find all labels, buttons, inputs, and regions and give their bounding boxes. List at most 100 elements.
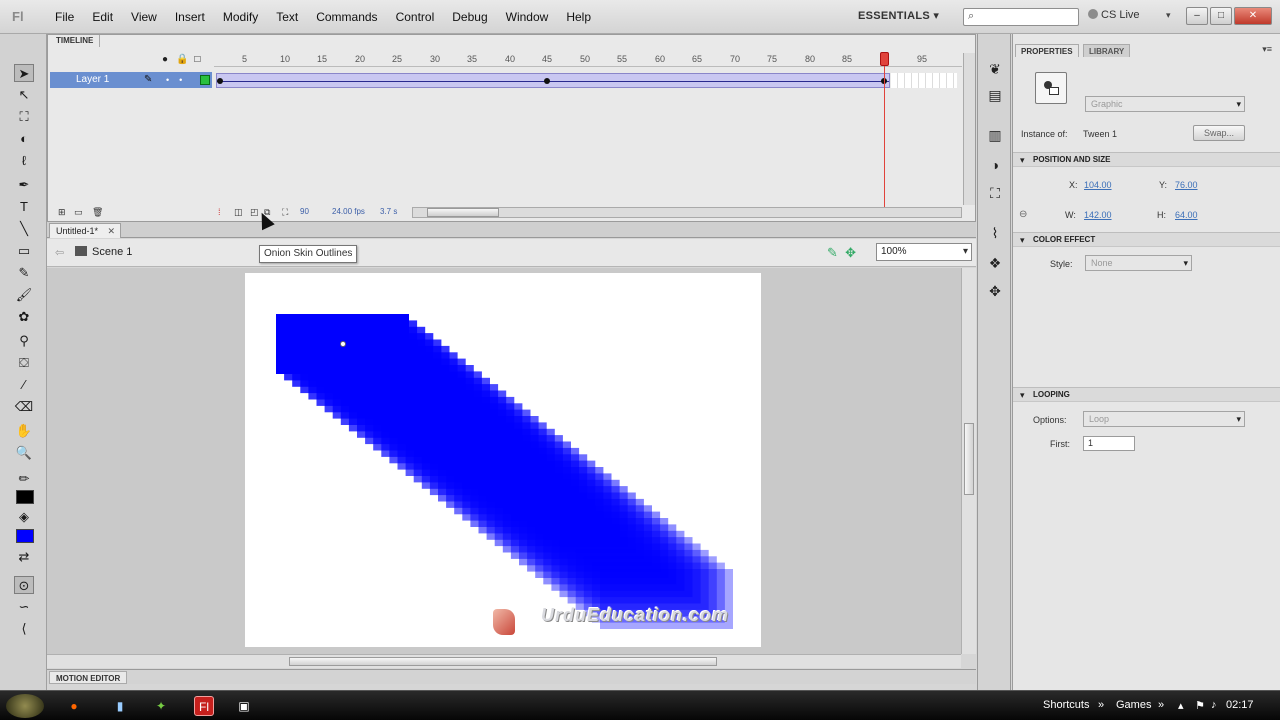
current-frame[interactable]: 90 [300,207,309,216]
tray-up-arrow-icon[interactable]: ▴ [1178,699,1184,712]
pen-tool-icon[interactable]: ✒ [14,176,34,194]
menu-file[interactable]: File [46,10,83,24]
y-value[interactable]: 76.00 [1175,180,1198,190]
workspace-switcher[interactable]: ESSENTIALS [858,9,939,22]
timeline-horizontal-scrollbar[interactable] [412,207,962,218]
layer-row[interactable]: Layer 1 ✎ •• [50,72,212,88]
edit-symbols-icon[interactable]: ✥ [845,245,856,260]
delete-layer-icon[interactable]: 🗑 [92,207,103,218]
toolbar-expand-icon[interactable]: » [1158,699,1164,711]
looping-section[interactable]: LOOPING [1013,387,1280,402]
stroke-color-icon[interactable]: ✏ [14,470,34,488]
transform-icon[interactable]: ⛶ [986,184,1004,202]
3d-rotation-tool-icon[interactable]: ◐ [14,130,34,148]
components-icon[interactable]: ❖ [986,254,1004,272]
motion-presets-icon[interactable]: ❦ [986,60,1004,78]
help-search-input[interactable]: ⌕ [963,8,1079,26]
transform-point[interactable] [340,341,346,347]
playhead[interactable] [880,52,889,66]
text-tool-icon[interactable]: T [14,198,34,216]
layer-outline-color-icon[interactable] [200,75,210,85]
menu-help[interactable]: Help [557,10,600,24]
cs-live-button[interactable]: CS Live [1088,9,1140,21]
constrain-link-icon[interactable]: ⊖ [1019,209,1027,220]
h-value[interactable]: 64.00 [1175,210,1198,220]
app-icon[interactable]: ✦ [151,696,171,716]
modify-markers-icon[interactable]: ⛶ [282,207,288,218]
outline-icon[interactable]: □ [194,54,200,65]
position-size-section[interactable]: POSITION AND SIZE [1013,152,1280,167]
properties-tab[interactable]: PROPERTIES [1015,44,1079,57]
window-taskbar-icon[interactable]: ▣ [234,696,254,716]
menu-commands[interactable]: Commands [307,10,386,24]
straighten-icon[interactable]: ⟨ [14,620,34,638]
zoom-tool-icon[interactable]: 🔍 [14,444,34,462]
maximize-button[interactable]: □ [1210,7,1232,25]
smooth-icon[interactable]: ∽ [14,598,34,616]
timeline-tab[interactable]: TIMELINE [50,35,101,47]
paint-bucket-tool-icon[interactable]: ⛋ [14,354,34,372]
lasso-tool-icon[interactable]: ℓ [14,152,34,170]
color-effect-section[interactable]: COLOR EFFECT [1013,232,1280,247]
free-transform-tool-icon[interactable]: ⛶ [14,108,34,126]
fill-color-swatch[interactable] [16,529,34,543]
code-snippets-icon[interactable]: ⌇ [986,224,1004,242]
zoom-select[interactable]: 100% [876,243,972,261]
swap-colors-icon[interactable]: ⇄ [14,548,34,566]
keyframe[interactable] [544,78,550,84]
component-inspector-icon[interactable]: ✥ [986,282,1004,300]
onion-skin-icon[interactable]: ◫ [234,207,243,218]
close-tab-icon[interactable]: ✕ [107,224,115,238]
menu-view[interactable]: View [122,10,166,24]
rectangle-tool-icon[interactable]: ▭ [14,242,34,260]
scene-breadcrumb[interactable]: Scene 1 [75,246,132,258]
stroke-color-swatch[interactable] [16,490,34,504]
layer-visibility-dots[interactable]: •• [166,72,192,88]
document-tab[interactable]: Untitled-1* ✕ [49,223,122,238]
menu-control[interactable]: Control [387,10,444,24]
empty-frames[interactable] [891,73,957,88]
timeline-vertical-scrollbar[interactable] [963,53,975,205]
menu-window[interactable]: Window [497,10,558,24]
deco-tool-icon[interactable]: ✿ [14,308,34,326]
toolbar-expand-icon[interactable]: » [1098,699,1104,711]
lock-icon[interactable]: 🔒 [176,54,188,65]
brush-tool-icon[interactable]: 🖌 [14,286,34,304]
explorer-icon[interactable]: ▮ [110,696,130,716]
games-toolbar[interactable]: Games [1116,699,1151,711]
panel-menu-icon[interactable]: ▾≡ [1262,44,1272,55]
align-icon[interactable]: ▥ [986,126,1004,144]
motion-editor-tab[interactable]: MOTION EDITOR [49,671,128,684]
stage[interactable]: UrduEducation.com [245,273,761,647]
eraser-tool-icon[interactable]: ⌫ [14,398,34,416]
edit-scene-icon[interactable]: ✎ [827,245,838,260]
bone-tool-icon[interactable]: ⚲ [14,332,34,350]
frame-ruler[interactable]: 5 10 15 20 25 30 35 40 45 50 55 60 65 70… [214,53,962,67]
menu-edit[interactable]: Edit [83,10,122,24]
menu-modify[interactable]: Modify [214,10,267,24]
menu-debug[interactable]: Debug [443,10,496,24]
library-icon[interactable]: ▤ [986,86,1004,104]
center-frame-icon[interactable]: ⁞ [218,207,221,217]
style-select[interactable]: None [1085,255,1192,271]
pencil-tool-icon[interactable]: ✎ [14,264,34,282]
back-arrow-icon[interactable]: ⇦ [55,246,64,259]
snap-to-objects-icon[interactable]: ⊙ [14,576,34,594]
fill-color-icon[interactable]: ◈ [14,508,34,526]
w-value[interactable]: 142.00 [1084,210,1112,220]
new-folder-icon[interactable]: ▭ [74,207,83,218]
shortcuts-toolbar[interactable]: Shortcuts [1043,699,1089,711]
cs-live-dropdown-icon[interactable]: ▾ [1166,10,1171,21]
first-frame-input[interactable]: 1 [1083,436,1135,451]
symbol-type-select[interactable]: Graphic [1085,96,1245,112]
motion-tween-span[interactable] [216,73,890,88]
selection-tool-icon[interactable]: ➤ [14,64,34,82]
keyframe[interactable] [217,78,223,84]
line-tool-icon[interactable]: ╲ [14,220,34,238]
x-value[interactable]: 104.00 [1084,180,1112,190]
start-button[interactable] [6,694,44,718]
clock[interactable]: 02:17 [1226,699,1254,711]
color-icon[interactable]: ◑ [986,156,1004,174]
new-layer-icon[interactable]: ⊞ [58,207,66,218]
flash-taskbar-icon[interactable]: Fl [194,696,214,716]
